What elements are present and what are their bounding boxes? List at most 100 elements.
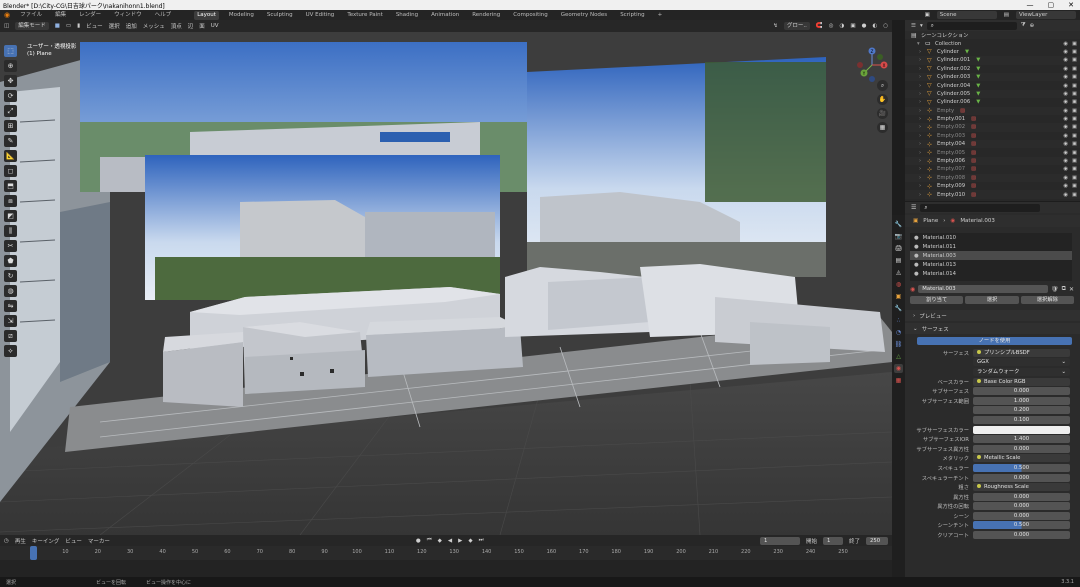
tab-modeling[interactable]: Modeling	[226, 11, 257, 20]
render-camera-icon[interactable]: ▣	[1072, 66, 1077, 72]
material-slot-list[interactable]: ● Material.010 ● Material.011 ● Material.003 ●…	[910, 233, 1072, 281]
expand-item-icon[interactable]: ›	[919, 192, 927, 198]
physics-tab-icon[interactable]: ◔	[894, 328, 903, 337]
maximize-button[interactable]: ▢	[1048, 1, 1055, 9]
menu-view[interactable]: ビュー	[86, 22, 103, 30]
expand-item-icon[interactable]: ›	[919, 133, 927, 139]
polybuild-icon[interactable]: ⬟	[4, 255, 17, 267]
visibility-eye-icon[interactable]: ◉	[1063, 49, 1068, 55]
editor-type-icon[interactable]: ◫	[4, 23, 9, 29]
tab-geometry-nodes[interactable]: Geometry Nodes	[558, 11, 610, 20]
rip-icon[interactable]: ⟡	[4, 345, 17, 357]
shear-icon[interactable]: ⧄	[4, 330, 17, 342]
property-socket-field[interactable]: Metallic Scale	[973, 454, 1070, 463]
start-frame-field[interactable]: 1	[822, 536, 843, 545]
render-camera-icon[interactable]: ▣	[1072, 116, 1077, 122]
snap-icon[interactable]: 🧲	[816, 23, 823, 29]
outliner-item[interactable]: › ⊹ Empty.003 ▨ ◉ ▣	[905, 132, 1080, 140]
property-socket-field[interactable]: プリンシプルBSDF	[973, 348, 1070, 357]
material-browse-icon[interactable]: ◉	[910, 286, 915, 293]
measure-icon[interactable]: 📐	[4, 150, 17, 162]
property-number-field[interactable]: 0.200	[973, 406, 1070, 415]
transform-orientation-selector[interactable]: グロー..	[783, 22, 810, 30]
visibility-eye-icon[interactable]: ◉	[1063, 183, 1068, 189]
render-camera-icon[interactable]: ▣	[1072, 91, 1077, 97]
next-key-icon[interactable]: ◆	[468, 538, 472, 544]
particles-tab-icon[interactable]: ∴	[894, 316, 903, 325]
expand-item-icon[interactable]: ›	[919, 49, 927, 55]
select-icon[interactable]: ⬚	[4, 45, 17, 57]
property-number-field[interactable]: 0.000	[973, 502, 1070, 511]
deselect-button[interactable]: 選択解除	[1020, 296, 1074, 304]
material-slot[interactable]: ● Material.013	[910, 260, 1072, 269]
tab-uv-editing[interactable]: UV Editing	[303, 11, 338, 20]
collection-row[interactable]: ▾ ▭ Collection ◉ ▣	[905, 39, 1080, 47]
visibility-eye-icon[interactable]: ◉	[1063, 124, 1068, 130]
property-number-field[interactable]: 0.100	[973, 415, 1070, 424]
mode-selector[interactable]: 編集モード	[15, 22, 49, 30]
close-button[interactable]: ✕	[1068, 1, 1074, 9]
render-camera-icon[interactable]: ▣	[1072, 41, 1077, 47]
property-socket-field[interactable]: Base Color RGB	[973, 377, 1070, 386]
tab-shading[interactable]: Shading	[393, 11, 421, 20]
tab-texture-paint[interactable]: Texture Paint	[344, 11, 386, 20]
smooth-icon[interactable]: ◍	[4, 285, 17, 297]
render-camera-icon[interactable]: ▣	[1072, 141, 1077, 147]
menu-face[interactable]: 面	[199, 22, 205, 30]
render-camera-icon[interactable]: ▣	[1072, 133, 1077, 139]
property-dropdown[interactable]: ランダムウォーク ⌄	[973, 367, 1070, 376]
unlink-material-icon[interactable]: ✕	[1069, 286, 1074, 293]
loopcut-icon[interactable]: ⫼	[4, 225, 17, 237]
duplicate-material-icon[interactable]: ⧉	[1062, 285, 1066, 293]
3d-viewport[interactable]	[0, 32, 892, 535]
expand-item-icon[interactable]: ›	[919, 108, 927, 114]
outliner-item[interactable]: › ⊹ Empty.001 ▨ ◉ ▣	[905, 115, 1080, 123]
menu-keying[interactable]: キーイング	[32, 537, 60, 545]
visibility-eye-icon[interactable]: ◉	[1063, 41, 1068, 47]
filter-funnel-icon[interactable]: ⧩	[1021, 22, 1026, 29]
menu-edit[interactable]: 編集	[52, 11, 69, 20]
collapse-preview-icon[interactable]: ›	[913, 313, 915, 319]
output-tab-icon[interactable]: 🖨	[894, 244, 903, 253]
shading-rendered-icon[interactable]: ○	[883, 23, 888, 29]
current-frame-field[interactable]: 1	[759, 536, 800, 545]
playhead[interactable]	[30, 546, 37, 560]
edge-slide-icon[interactable]: ⇋	[4, 300, 17, 312]
prev-key-icon[interactable]: ◆	[438, 538, 442, 544]
face-select-icon[interactable]: ▮	[77, 23, 80, 29]
cursor-icon[interactable]: ⊕	[4, 60, 17, 72]
add-cube-icon[interactable]: ◻	[4, 165, 17, 177]
bevel-icon[interactable]: ◩	[4, 210, 17, 222]
visibility-eye-icon[interactable]: ◉	[1063, 83, 1068, 89]
render-camera-icon[interactable]: ▣	[1072, 183, 1077, 189]
material-name-field[interactable]: Material.003	[918, 285, 1049, 293]
outliner-item[interactable]: › ▽ Cylinder.001 ▼ ◉ ▣	[905, 56, 1080, 65]
render-camera-icon[interactable]: ▣	[1072, 57, 1077, 63]
outliner-item[interactable]: › ⊹ Empty.010 ▨ ◉ ▣	[905, 190, 1080, 199]
scene-tab-icon[interactable]: ◬	[894, 268, 903, 277]
expand-item-icon[interactable]: ›	[919, 158, 927, 164]
jump-start-icon[interactable]: ⏮	[427, 537, 432, 544]
menu-uv[interactable]: UV	[211, 23, 219, 29]
outliner-item[interactable]: › ⊹ Empty.009 ▨ ◉ ▣	[905, 182, 1080, 190]
visibility-eye-icon[interactable]: ◉	[1063, 66, 1068, 72]
tab-compositing[interactable]: Compositing	[510, 11, 550, 20]
annotate-icon[interactable]: ✎	[4, 135, 17, 147]
outliner-item[interactable]: › ▽ Cylinder.006 ▼ ◉ ▣	[905, 98, 1080, 106]
outliner-item[interactable]: › ⊹ Empty ▨ ◉ ▣	[905, 106, 1080, 115]
surface-section-header[interactable]: ⌄ サーフェス	[905, 323, 1080, 334]
property-number-field[interactable]: 0.000	[973, 531, 1070, 540]
preview-section-header[interactable]: › プレビュー	[905, 310, 1080, 321]
xray-icon[interactable]: ▣	[850, 23, 855, 29]
menu-file[interactable]: ファイル	[17, 11, 45, 20]
fake-user-icon[interactable]: 🛡	[1051, 286, 1059, 293]
render-tab-icon[interactable]: 📷	[894, 232, 903, 241]
menu-timeline-view[interactable]: ビュー	[65, 537, 82, 545]
visibility-eye-icon[interactable]: ◉	[1063, 57, 1068, 63]
material-slot[interactable]: ● Material.014	[910, 269, 1072, 278]
scene-collection-row[interactable]: ▤ シーンコレクション	[905, 31, 1080, 40]
menu-help[interactable]: ヘルプ	[152, 11, 175, 20]
render-camera-icon[interactable]: ▣	[1072, 108, 1077, 114]
menu-window[interactable]: ウィンドウ	[111, 11, 145, 20]
expand-item-icon[interactable]: ›	[919, 66, 927, 72]
